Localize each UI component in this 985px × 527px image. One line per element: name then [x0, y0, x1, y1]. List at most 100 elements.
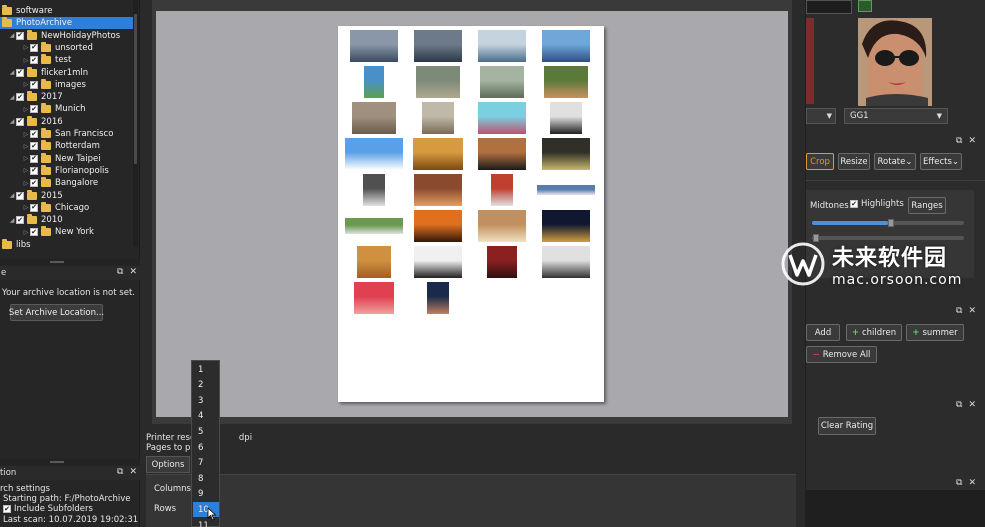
tree-item[interactable]: ▷ ✔ images	[0, 78, 134, 91]
tree-checkbox[interactable]: ✔	[16, 93, 24, 102]
photo-thumbnail-woman-red[interactable]	[487, 246, 517, 278]
expand-closed-icon[interactable]: ▷	[22, 103, 30, 115]
tree-item[interactable]: ◢ ✔ 2015	[0, 189, 134, 202]
tree-checkbox[interactable]: ✔	[30, 80, 38, 89]
expand-closed-icon[interactable]: ▷	[22, 165, 30, 177]
expand-closed-icon[interactable]: ▷	[22, 202, 30, 214]
photo-thumbnail-portrait[interactable]	[427, 282, 449, 314]
tree-checkbox[interactable]: ✔	[30, 105, 38, 114]
tree-checkbox[interactable]: ✔	[16, 31, 24, 40]
expand-open-icon[interactable]: ◢	[8, 30, 16, 42]
tree-scrollbar-thumb[interactable]	[134, 14, 137, 164]
tree-checkbox[interactable]: ✔	[30, 203, 38, 212]
midtones-slider-handle[interactable]	[888, 219, 894, 227]
include-subfolders-checkbox[interactable]: ✔	[3, 505, 11, 513]
tree-item[interactable]: libs	[0, 238, 134, 251]
close-panel-icon[interactable]: ✕	[968, 400, 976, 410]
panel-splitter[interactable]	[0, 459, 140, 465]
include-subfolders-row[interactable]: ✔ Include Subfolders	[3, 504, 93, 514]
photo-thumbnail-city-skyline[interactable]	[350, 30, 398, 62]
photo-thumbnail-golden-circle[interactable]	[357, 246, 391, 278]
dropdown-option[interactable]: 3	[193, 393, 219, 408]
photo-thumbnail-windmills[interactable]	[345, 138, 403, 170]
tool-button-effects[interactable]: Effects ⌄	[920, 153, 962, 170]
tree-item[interactable]: ◢ ✔ 2016	[0, 115, 134, 128]
tree-checkbox[interactable]: ✔	[16, 68, 24, 77]
tree-item[interactable]: ▷ ✔ Rotterdam	[0, 140, 134, 152]
expand-open-icon[interactable]: ◢	[8, 67, 16, 79]
tree-checkbox[interactable]: ✔	[16, 216, 24, 225]
tag-summer-button[interactable]: + summer	[906, 324, 964, 341]
left-select[interactable]: ▼	[806, 108, 836, 124]
tree-item[interactable]: ▷ ✔ San Francisco	[0, 128, 134, 140]
dropdown-option[interactable]: 6	[193, 440, 219, 455]
photo-thumbnail-crowd[interactable]	[414, 174, 462, 206]
tree-checkbox[interactable]: ✔	[30, 43, 38, 52]
photo-thumbnail-field[interactable]	[345, 218, 403, 234]
tree-checkbox[interactable]: ✔	[30, 228, 38, 237]
panel-splitter[interactable]	[0, 259, 140, 265]
highlights-row[interactable]: ✔ Highlights	[850, 199, 904, 209]
close-panel-icon[interactable]: ✕	[968, 136, 976, 146]
photo-thumbnail-fireworks[interactable]	[542, 138, 590, 170]
expand-closed-icon[interactable]: ▷	[22, 153, 30, 165]
ranges-button[interactable]: Ranges	[908, 197, 946, 214]
rows-dropdown-list[interactable]: 1 2 3 4 5 6 7 8 9 10 11	[191, 360, 220, 527]
photo-thumbnail-tree-vertical[interactable]	[364, 66, 384, 98]
expand-closed-icon[interactable]: ▷	[22, 226, 30, 238]
expand-closed-icon[interactable]: ▷	[22, 128, 30, 140]
tree-scrollbar[interactable]	[133, 0, 138, 247]
close-panel-icon[interactable]: ✕	[968, 478, 976, 488]
tree-checkbox[interactable]: ✔	[30, 130, 38, 138]
float-panel-icon[interactable]: ⧉	[117, 467, 123, 477]
tree-item[interactable]: ▷ ✔ Chicago	[0, 201, 134, 214]
expand-closed-icon[interactable]: ▷	[22, 177, 30, 189]
photo-thumbnail-panorama[interactable]	[537, 185, 595, 195]
photo-thumbnail-aerial[interactable]	[416, 66, 460, 98]
tree-checkbox[interactable]: ✔	[30, 154, 38, 163]
highlights-checkbox[interactable]: ✔	[850, 200, 858, 208]
photo-thumbnail-night-harbor[interactable]	[542, 210, 590, 242]
photo-thumbnail-shadow-figure[interactable]	[550, 102, 582, 134]
tree-item[interactable]: ▷ ✔ Munich	[0, 103, 134, 115]
tree-item[interactable]: ◢ ✔ 2010	[0, 214, 134, 226]
photo-thumbnail-pool[interactable]	[478, 102, 526, 134]
clear-rating-button[interactable]: Clear Rating	[818, 417, 876, 435]
set-archive-location-button[interactable]: Set Archive Location...	[9, 304, 104, 321]
tree-item[interactable]: ◢ ✔ flicker1mln	[0, 66, 134, 79]
dropdown-option[interactable]: 8	[193, 471, 219, 486]
float-panel-icon[interactable]: ⧉	[956, 136, 962, 146]
float-panel-icon[interactable]: ⧉	[956, 306, 962, 316]
tree-item[interactable]: ▷ ✔ test	[0, 54, 134, 66]
photo-thumbnail-building[interactable]	[363, 174, 385, 206]
tool-button-rotate[interactable]: Rotate ⌄	[874, 153, 916, 170]
tree-item[interactable]: ◢ ✔ 2017	[0, 91, 134, 103]
expand-closed-icon[interactable]: ▷	[22, 140, 30, 152]
dropdown-option[interactable]: 2	[193, 378, 219, 393]
photo-thumbnail-city-skyline[interactable]	[414, 30, 462, 62]
tree-item[interactable]: ▷ ✔ New Taipei	[0, 152, 134, 165]
tree-checkbox[interactable]: ✔	[16, 117, 24, 126]
photo-thumbnail-town-hall[interactable]	[544, 66, 588, 98]
photo-thumbnail-city-street[interactable]	[478, 30, 526, 62]
photo-thumbnail-pyramid-glass[interactable]	[542, 30, 590, 62]
photo-thumbnail-orange-sunset[interactable]	[414, 210, 462, 242]
expand-closed-icon[interactable]: ▷	[22, 79, 30, 91]
expand-open-icon[interactable]: ◢	[8, 190, 16, 202]
add-tag-button[interactable]: Add	[806, 324, 840, 341]
float-panel-icon[interactable]: ⧉	[956, 400, 962, 410]
remove-all-button[interactable]: − Remove All	[806, 346, 877, 363]
expand-open-icon[interactable]: ◢	[8, 116, 16, 128]
expand-closed-icon[interactable]: ▷	[22, 54, 30, 66]
photo-thumbnail-bridge-silhouette[interactable]	[478, 138, 526, 170]
photo-thumbnail-red-sign[interactable]	[491, 174, 513, 206]
tool-button-crop[interactable]: Crop	[806, 153, 834, 170]
expand-open-icon[interactable]: ◢	[8, 214, 16, 226]
photo-thumbnail-photos[interactable]	[478, 210, 526, 242]
dropdown-option[interactable]: 9	[193, 487, 219, 502]
dropdown-option[interactable]: 7	[193, 456, 219, 471]
tree-checkbox[interactable]: ✔	[30, 56, 38, 65]
expand-closed-icon[interactable]: ▷	[22, 42, 30, 54]
tree-item[interactable]: ▷ ✔ Florianopolis	[0, 164, 134, 177]
tree-checkbox[interactable]: ✔	[30, 179, 38, 188]
